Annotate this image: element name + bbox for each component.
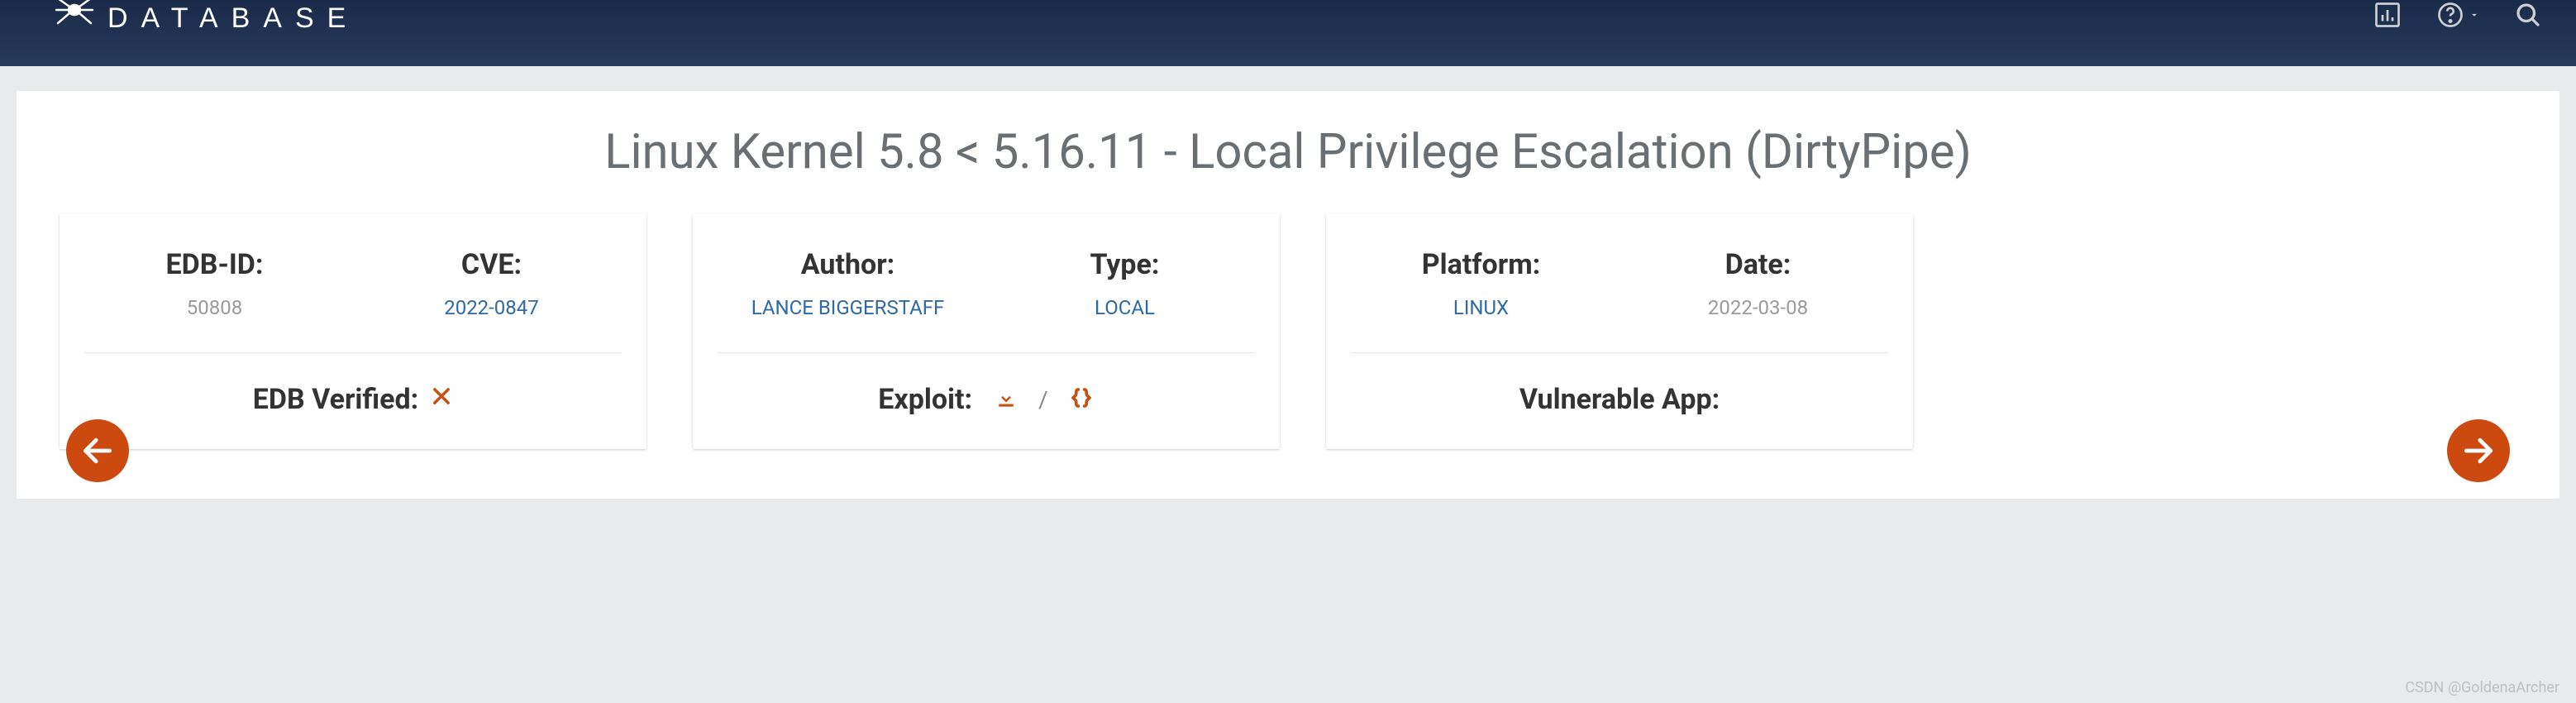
card-top: Platform: LINUX Date: 2022-03-08 <box>1351 248 1888 353</box>
platform-value-link[interactable]: LINUX <box>1453 296 1509 319</box>
x-icon <box>430 385 453 414</box>
date-label: Date: <box>1725 248 1791 281</box>
watermark: CSDN @GoldenaArcher <box>2405 679 2559 696</box>
edb-verified-label: EDB Verified: <box>253 383 418 416</box>
view-raw-icon[interactable] <box>1068 385 1095 414</box>
brand-logo[interactable]: DATABASE <box>50 0 359 36</box>
info-cards-row: EDB-ID: 50808 CVE: 2022-0847 EDB Verifie… <box>36 213 2540 449</box>
nav-icons <box>2373 0 2543 30</box>
author-pair: Author: LANCE BIGGERSTAFF <box>718 248 978 319</box>
type-label: Type: <box>1090 248 1160 281</box>
card-author-type: Author: LANCE BIGGERSTAFF Type: LOCAL Ex… <box>693 213 1280 449</box>
edb-id-value: 50808 <box>187 296 242 319</box>
edb-id-pair: EDB-ID: 50808 <box>84 248 345 319</box>
card-bottom: EDB Verified: <box>84 353 622 416</box>
card-platform-date: Platform: LINUX Date: 2022-03-08 Vulnera… <box>1326 213 1913 449</box>
page-title: Linux Kernel 5.8 < 5.16.11 - Local Privi… <box>36 124 2540 180</box>
cve-value-link[interactable]: 2022-0847 <box>444 296 539 319</box>
card-top: Author: LANCE BIGGERSTAFF Type: LOCAL <box>718 248 1255 353</box>
platform-label: Platform: <box>1422 248 1540 281</box>
date-pair: Date: 2022-03-08 <box>1628 248 1888 319</box>
exploit-label: Exploit: <box>878 383 972 416</box>
download-icon[interactable] <box>994 385 1018 414</box>
help-icon[interactable] <box>2435 0 2480 30</box>
card-bottom: Exploit: / <box>718 353 1255 416</box>
cve-pair: CVE: 2022-0847 <box>361 248 622 319</box>
edb-id-label: EDB-ID: <box>166 248 264 281</box>
author-value-link[interactable]: LANCE BIGGERSTAFF <box>751 296 945 319</box>
type-value-link[interactable]: LOCAL <box>1095 296 1155 319</box>
separator: / <box>1038 386 1048 414</box>
exploit-actions: / <box>994 385 1095 414</box>
next-button[interactable] <box>2447 419 2510 482</box>
cve-label: CVE: <box>461 248 522 281</box>
date-value: 2022-03-08 <box>1708 296 1808 319</box>
type-pair: Type: LOCAL <box>995 248 1255 319</box>
card-top: EDB-ID: 50808 CVE: 2022-0847 <box>84 248 622 353</box>
vulnerable-app-label: Vulnerable App: <box>1519 383 1720 416</box>
navbar: DATABASE <box>0 0 2576 66</box>
author-label: Author: <box>801 248 894 281</box>
brand-text: DATABASE <box>107 4 359 32</box>
platform-pair: Platform: LINUX <box>1351 248 1611 319</box>
prev-button[interactable] <box>66 419 129 482</box>
stats-icon[interactable] <box>2373 0 2402 30</box>
brand-subtitle: DATABASE <box>107 4 359 32</box>
spider-icon <box>50 0 99 31</box>
content-panel: Linux Kernel 5.8 < 5.16.11 - Local Privi… <box>17 91 2559 499</box>
card-bottom: Vulnerable App: <box>1351 353 1888 416</box>
card-identifiers: EDB-ID: 50808 CVE: 2022-0847 EDB Verifie… <box>60 213 646 449</box>
search-icon[interactable] <box>2513 0 2543 30</box>
